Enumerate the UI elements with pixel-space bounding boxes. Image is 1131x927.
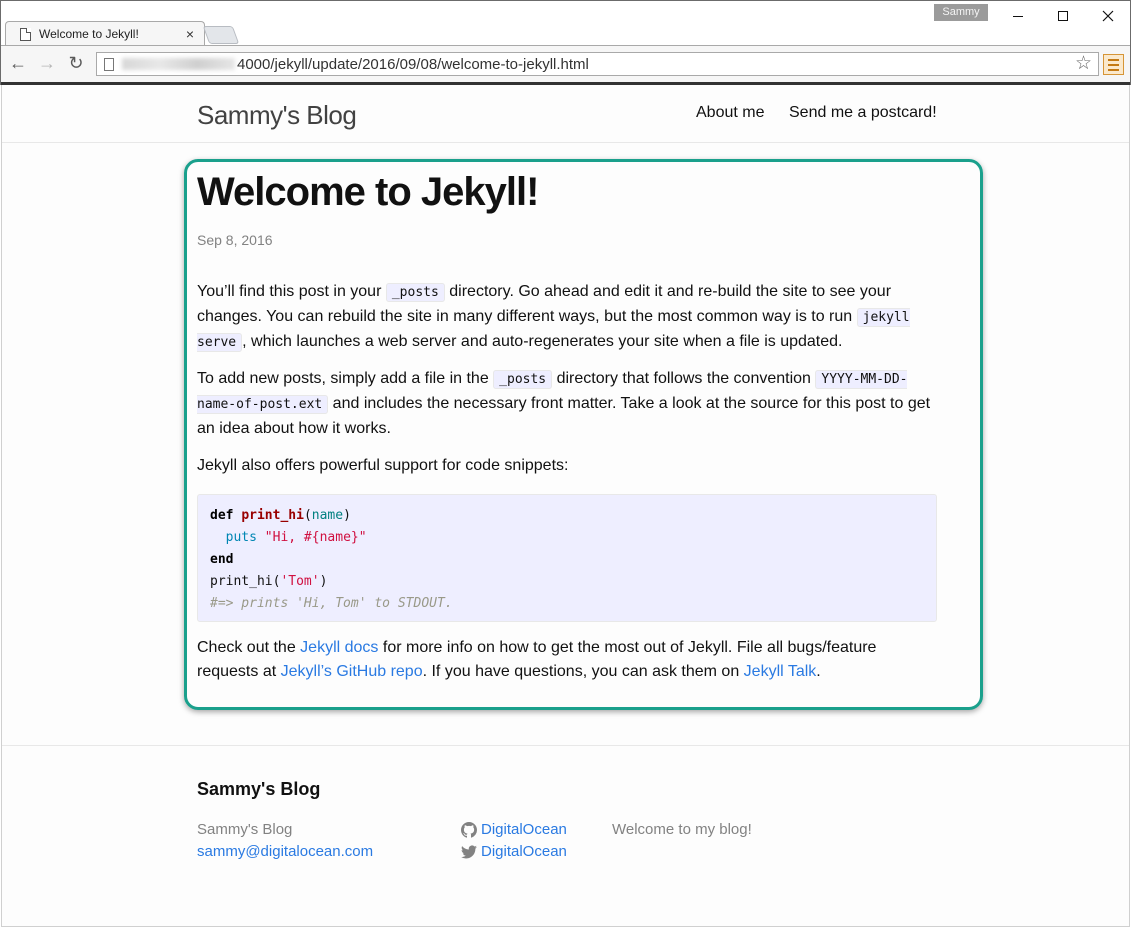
post-paragraph-2: To add new posts, simply add a file in t… [197, 367, 937, 441]
reload-button[interactable]: ↻ [65, 52, 87, 74]
inline-code: _posts [385, 283, 445, 302]
bookmark-star-icon[interactable]: ☆ [1075, 54, 1092, 74]
maximize-icon [1058, 11, 1068, 21]
code-paren: ) [319, 574, 328, 589]
text: Check out the [197, 639, 301, 656]
footer-description: Welcome to my blog! [612, 821, 752, 838]
footer-heading: Sammy's Blog [197, 779, 321, 799]
github-row[interactable]: DigitalOcean [461, 819, 567, 841]
nav-send-postcard[interactable]: Send me a postcard! [789, 104, 937, 122]
nav-about-me[interactable]: About me [696, 104, 764, 122]
browser-menu-button[interactable] [1103, 54, 1124, 75]
code-string: "Hi, #{name}" [264, 530, 367, 545]
site-footer: Sammy's Blog Sammy's Blog sammy@digitalo… [2, 745, 1129, 927]
page-favicon-icon [20, 27, 31, 41]
twitter-row[interactable]: DigitalOcean [461, 841, 567, 863]
link-jekyll-docs[interactable]: Jekyll docs [300, 639, 378, 656]
new-tab-button[interactable] [202, 26, 240, 44]
post-paragraph-4: Check out the Jekyll docs for more info … [197, 636, 937, 684]
footer-name: Sammy's Blog [197, 821, 293, 838]
url-text: 4000/jekyll/update/2016/09/08/welcome-to… [237, 55, 589, 73]
browser-tab[interactable]: Welcome to Jekyll! × [5, 21, 205, 46]
link-jekyll-github[interactable]: Jekyll’s GitHub repo [281, 663, 423, 680]
twitter-icon [461, 845, 477, 859]
site-header: Sammy's Blog About me Send me a postcard… [2, 85, 1129, 143]
maximize-button[interactable] [1040, 1, 1086, 31]
link-jekyll-talk[interactable]: Jekyll Talk [744, 663, 817, 680]
tab-title: Welcome to Jekyll! [39, 27, 139, 41]
footer-social: DigitalOcean DigitalOcean [461, 819, 567, 863]
redacted-host [122, 58, 235, 70]
code-block: def print_hi(name) puts "Hi, #{name}" en… [197, 494, 937, 622]
code-comment: #=> prints 'Hi, Tom' to STDOUT. [210, 596, 453, 611]
page-icon [104, 57, 114, 71]
post-title: Welcome to Jekyll! [197, 170, 539, 214]
text: . If you have questions, you can ask the… [422, 663, 744, 680]
post-paragraph-1: You’ll find this post in your _posts dir… [197, 280, 937, 355]
close-window-button[interactable] [1085, 1, 1131, 31]
text: directory that follows the convention [552, 370, 816, 387]
minimize-button[interactable] [995, 1, 1041, 31]
code-call: print_hi( [210, 574, 281, 589]
post-date: Sep 8, 2016 [197, 232, 273, 248]
tab-strip: Welcome to Jekyll! × Sammy [1, 1, 1131, 46]
inline-code: _posts [493, 370, 553, 389]
text: , which launches a web server and auto-r… [242, 333, 843, 350]
post-paragraph-3: Jekyll also offers powerful support for … [197, 457, 569, 474]
footer-email-link[interactable]: sammy@digitalocean.com [197, 843, 373, 860]
address-bar[interactable]: 4000/jekyll/update/2016/09/08/welcome-to… [96, 52, 1099, 76]
code-builtin: puts [225, 530, 257, 545]
footer-contact: Sammy's Blog sammy@digitalocean.com [197, 819, 373, 863]
text: . [816, 663, 821, 680]
code-string: 'Tom' [280, 574, 320, 589]
github-icon [461, 822, 477, 838]
browser-toolbar: ← → ↻ 4000/jekyll/update/2016/09/08/welc… [1, 45, 1130, 82]
profile-badge[interactable]: Sammy [934, 4, 988, 21]
github-link[interactable]: DigitalOcean [481, 819, 567, 841]
text: You’ll find this post in your [197, 283, 386, 300]
code-function: print_hi [241, 508, 304, 523]
minimize-icon [1013, 15, 1023, 17]
forward-button[interactable]: → [36, 52, 58, 74]
browser-chrome: Welcome to Jekyll! × Sammy ← → ↻ 4000/je… [0, 0, 1131, 86]
back-button[interactable]: ← [7, 52, 29, 74]
code-paren: ( [303, 508, 312, 523]
tab-close-icon[interactable]: × [186, 26, 194, 42]
text: To add new posts, simply add a file in t… [197, 370, 494, 387]
code-keyword: end [210, 552, 234, 567]
twitter-link[interactable]: DigitalOcean [481, 841, 567, 863]
site-title-link[interactable]: Sammy's Blog [197, 100, 357, 131]
code-arg: name [311, 508, 344, 523]
code-paren: ) [343, 508, 351, 523]
code-keyword: def [210, 508, 234, 523]
page-viewport: Sammy's Blog About me Send me a postcard… [1, 85, 1130, 927]
close-icon [1102, 10, 1114, 22]
